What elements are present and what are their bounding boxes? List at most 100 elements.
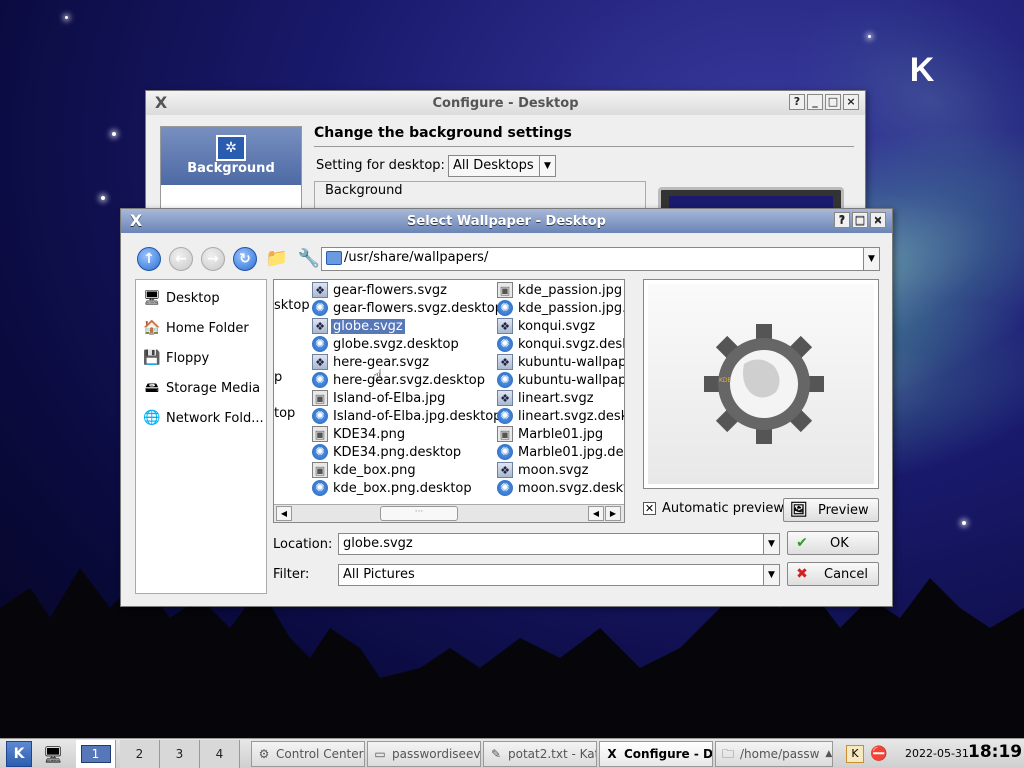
chevron-down-icon[interactable]: ▼ (763, 565, 779, 585)
help-button[interactable]: ? (789, 94, 805, 110)
file-name: globe.svgz.desktop (333, 336, 459, 352)
task-configure-desktop[interactable]: X Configure - De (599, 741, 713, 767)
globe-gear-icon: KDE (704, 324, 824, 444)
kde-x-icon[interactable]: X (152, 94, 170, 112)
back-arrow-icon[interactable]: ← (169, 247, 193, 271)
file-item[interactable]: ✺ kde_box.png.desktop (312, 479, 474, 497)
task-konqueror[interactable]: 🗀 /home/passw ▲ (715, 741, 833, 767)
file-item[interactable]: ▣ kde_passion.jpg (497, 281, 624, 299)
file-item[interactable]: ❖ gear-flowers.svgz (312, 281, 449, 299)
place-desktop[interactable]: 🖥 Desktop (142, 286, 220, 310)
pager-label: 3 (175, 747, 184, 761)
show-desktop-icon[interactable]: 🖥 (38, 741, 68, 767)
chevron-down-icon[interactable]: ▼ (863, 248, 879, 270)
file-list[interactable]: sktop p top ❖ gear-flowers.svgz ✺ gear-flow… (273, 279, 625, 523)
close-button[interactable]: × (870, 212, 886, 228)
sidebar-item-label: Background (187, 161, 275, 176)
clipped-file-label[interactable]: p (274, 370, 282, 385)
file-item[interactable]: ▣ Marble01.jpg (497, 425, 605, 443)
navigation-toolbar: ↑ ← → ↻ 📁 🔧 (137, 247, 321, 271)
sidebar-item-background[interactable]: ✲ Background (161, 127, 301, 185)
task-terminal[interactable]: ▭ passwordiseev (367, 741, 481, 767)
chevron-down-icon[interactable]: ▼ (763, 534, 779, 554)
place-label: Floppy (166, 350, 210, 366)
desktop-file-icon: ✺ (312, 408, 328, 424)
preview-button[interactable]: 🖼 Preview (783, 498, 879, 522)
pager-desktop-3[interactable]: 3 (160, 740, 200, 768)
file-item[interactable]: ✺ konqui.svgz.desk (497, 335, 624, 353)
file-item[interactable]: ▣ kde_box.png (312, 461, 418, 479)
file-item[interactable]: ❖ here-gear.svgz (312, 353, 431, 371)
file-item[interactable]: ✺ moon.svgz.deskt (497, 479, 624, 497)
file-item[interactable]: ✺ kubuntu-wallpape (497, 371, 624, 389)
scrollbar-thumb[interactable]: ··· (380, 506, 458, 521)
maximize-button[interactable]: □ (825, 94, 841, 110)
minimize-button[interactable]: _ (807, 94, 823, 110)
configure-titlebar[interactable]: X Configure - Desktop ? _ □ × (146, 91, 865, 115)
pager-desktop-1[interactable]: 1 (76, 740, 116, 768)
task-label: /home/passw (740, 747, 820, 761)
filter-select[interactable]: All Pictures ▼ (338, 564, 780, 586)
scroll-left-button[interactable]: ◀ (588, 506, 604, 521)
up-arrow-icon[interactable]: ↑ (137, 247, 161, 271)
horizontal-scrollbar[interactable]: ◀ ··· ◀ ▶ (274, 504, 624, 522)
file-item[interactable]: ✺ globe.svgz.desktop (312, 335, 461, 353)
clipped-file-label[interactable]: top (274, 406, 295, 421)
desktops-select[interactable]: All Desktops ▼ (448, 155, 556, 177)
file-item[interactable]: ❖ kubuntu-wallpape (497, 353, 624, 371)
close-button[interactable]: × (843, 94, 859, 110)
pager-desktop-2[interactable]: 2 (120, 740, 160, 768)
place-network-folders[interactable]: 🌐 Network Fold... (142, 406, 263, 430)
wallpaper-titlebar[interactable]: X Select Wallpaper - Desktop ? □ × (121, 209, 892, 233)
scroll-left-button[interactable]: ◀ (276, 506, 292, 521)
help-button[interactable]: ? (834, 212, 850, 228)
preview-pane: KDE (643, 279, 879, 489)
automatic-preview-checkbox[interactable]: ✕ Automatic preview (643, 501, 784, 516)
place-home-folder[interactable]: 🏠 Home Folder (142, 316, 248, 340)
location-input[interactable]: globe.svgz ▼ (338, 533, 780, 555)
svg-file-icon: ❖ (312, 318, 328, 334)
location-label: Location: (273, 537, 333, 552)
reload-icon[interactable]: ↻ (233, 247, 257, 271)
file-name: here-gear.svgz.desktop (333, 372, 486, 388)
place-storage-media[interactable]: 🖴 Storage Media (142, 376, 260, 400)
place-floppy[interactable]: 💾 Floppy (142, 346, 209, 370)
file-item[interactable]: ✺ Island-of-Elba.jpg.desktop (312, 407, 503, 425)
file-item[interactable]: ▣ KDE34.png (312, 425, 407, 443)
klipper-icon[interactable]: K (846, 745, 864, 763)
kmenu-button[interactable]: K (6, 741, 32, 767)
clipped-file-label[interactable]: sktop (274, 298, 310, 313)
maximize-button[interactable]: □ (852, 212, 868, 228)
checkmark-icon: ✔ (796, 535, 808, 551)
chevron-up-icon[interactable]: ▲ (825, 749, 832, 759)
file-item[interactable]: ❖ lineart.svgz (497, 389, 596, 407)
clock-time[interactable]: 18:19 (968, 742, 1022, 762)
file-item[interactable]: ▣ Island-of-Elba.jpg (312, 389, 447, 407)
pager-desktop-4[interactable]: 4 (200, 740, 240, 768)
forward-arrow-icon[interactable]: → (201, 247, 225, 271)
desktop-file-icon: ✺ (497, 300, 513, 316)
kde-x-icon[interactable]: X (127, 212, 145, 230)
file-item[interactable]: ❖ moon.svgz (497, 461, 590, 479)
task-kate[interactable]: ✎ potat2.txt - Kate (483, 741, 597, 767)
file-item[interactable]: ❖ globe.svgz (312, 317, 405, 335)
file-item[interactable]: ✺ kde_passion.jpg. (497, 299, 624, 317)
config-sidebar: ✲ Background (160, 126, 302, 221)
file-item[interactable]: ✺ lineart.svgz.deskt (497, 407, 624, 425)
svg-file-icon: ❖ (497, 318, 513, 334)
scroll-right-button[interactable]: ▶ (605, 506, 621, 521)
update-notifier-icon[interactable]: ⛔ (870, 746, 887, 762)
task-control-center[interactable]: ⚙ Control Center (251, 741, 365, 767)
path-combo[interactable]: /usr/share/wallpapers/ ▼ (321, 247, 880, 271)
wrench-icon[interactable]: 🔧 (297, 247, 321, 271)
file-item[interactable]: ✺ KDE34.png.desktop (312, 443, 463, 461)
checkbox-checked-icon[interactable]: ✕ (643, 502, 656, 515)
file-item[interactable]: ✺ here-gear.svgz.desktop (312, 371, 487, 389)
ok-button[interactable]: ✔ OK (787, 531, 879, 555)
cancel-button[interactable]: ✖ Cancel (787, 562, 879, 586)
file-item[interactable]: ✺ gear-flowers.svgz.desktop (312, 299, 505, 317)
folder-icon: 🗀 (721, 747, 734, 761)
file-item[interactable]: ❖ konqui.svgz (497, 317, 597, 335)
new-folder-icon[interactable]: 📁 (265, 247, 289, 271)
file-item[interactable]: ✺ Marble01.jpg.des (497, 443, 624, 461)
